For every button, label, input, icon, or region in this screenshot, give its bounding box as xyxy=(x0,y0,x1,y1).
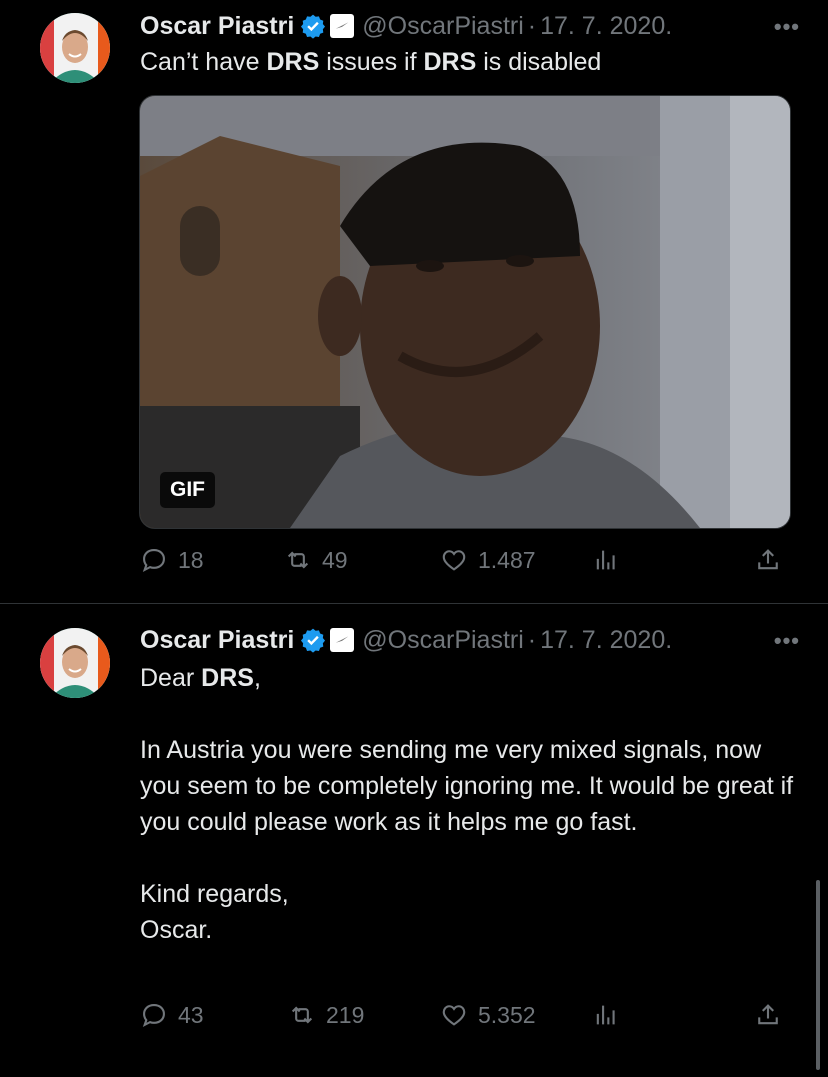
scrollbar[interactable] xyxy=(816,880,820,1070)
avatar-image xyxy=(40,628,110,698)
reply-icon xyxy=(142,1004,165,1028)
avatar[interactable] xyxy=(40,628,110,698)
gif-media[interactable]: GIF xyxy=(139,95,791,529)
greeting-line: Dear DRS, xyxy=(140,660,800,696)
author-handle[interactable]: @OscarPiastri xyxy=(362,12,524,41)
avatar-image xyxy=(40,13,110,83)
author-name[interactable]: Oscar Piastri xyxy=(140,12,294,41)
gif-image xyxy=(140,96,790,528)
text-part-bold: DRS xyxy=(423,48,477,76)
tweet-header: Oscar Piastri @OscarPiastri · 17. 7. 202… xyxy=(140,8,672,44)
greeting-prefix: Dear xyxy=(140,664,202,692)
more-icon[interactable]: ••• xyxy=(774,628,800,654)
share-icon xyxy=(758,1004,778,1025)
reply-icon xyxy=(142,549,165,573)
share-button[interactable] xyxy=(754,995,782,1035)
more-icon[interactable]: ••• xyxy=(774,14,800,40)
retweet-icon xyxy=(287,551,309,569)
text-part: Can’t have xyxy=(140,48,267,76)
retweet-button[interactable]: 49 xyxy=(284,540,348,580)
reply-count: 18 xyxy=(178,546,204,573)
verified-badge-icon xyxy=(301,14,326,39)
views-button[interactable] xyxy=(592,995,620,1035)
affiliate-badge-icon xyxy=(330,14,355,38)
views-icon xyxy=(596,1005,615,1025)
like-button[interactable]: 5.352 xyxy=(440,995,536,1035)
retweet-button[interactable]: 219 xyxy=(288,995,364,1035)
separator: · xyxy=(527,625,537,654)
gif-badge: GIF xyxy=(160,472,215,508)
tweet-date[interactable]: 17. 7. 2020. xyxy=(540,626,672,655)
closing-line-1: Kind regards, xyxy=(140,880,289,908)
tweet-actions: 18 49 1.487 xyxy=(140,540,788,580)
greeting-bold: DRS xyxy=(201,664,254,692)
like-count: 5.352 xyxy=(478,1001,536,1028)
reply-count: 43 xyxy=(178,1001,204,1028)
like-button[interactable]: 1.487 xyxy=(440,540,536,580)
separator: · xyxy=(527,11,537,40)
text-part: issues if xyxy=(319,48,424,76)
closing-line-2: Oscar. xyxy=(140,916,213,944)
text-part: is disabled xyxy=(476,48,602,76)
affiliate-badge-icon xyxy=(330,628,355,652)
text-part-bold: DRS xyxy=(266,48,320,76)
tweet-actions: 43 219 5.352 xyxy=(140,995,788,1035)
share-button[interactable] xyxy=(754,540,782,580)
greeting-suffix: , xyxy=(253,664,261,692)
paragraph-1: In Austria you were sending me very mixe… xyxy=(140,736,794,836)
tweet-text: Dear DRS, In Austria you were sending me… xyxy=(140,660,800,948)
tweet-2[interactable]: Oscar Piastri @OscarPiastri · 17. 7. 202… xyxy=(0,604,828,1077)
like-icon xyxy=(442,1005,466,1026)
avatar[interactable] xyxy=(40,13,110,83)
retweet-count: 219 xyxy=(326,1001,365,1028)
verified-badge-icon xyxy=(301,628,326,653)
views-button[interactable] xyxy=(592,540,620,580)
author-handle[interactable]: @OscarPiastri xyxy=(362,626,524,655)
views-icon xyxy=(596,550,615,570)
reply-button[interactable]: 43 xyxy=(140,995,204,1035)
share-icon xyxy=(758,549,778,570)
retweet-icon xyxy=(291,1006,313,1024)
like-count: 1.487 xyxy=(478,546,536,573)
tweet-date[interactable]: 17. 7. 2020. xyxy=(540,12,672,41)
like-icon xyxy=(442,550,466,571)
reply-button[interactable]: 18 xyxy=(140,540,204,580)
tweet-text: Can’t have DRS issues if DRS is disabled xyxy=(140,44,800,80)
tweet-header: Oscar Piastri @OscarPiastri · 17. 7. 202… xyxy=(140,622,672,658)
tweet-1[interactable]: Oscar Piastri @OscarPiastri · 17. 7. 202… xyxy=(0,0,828,600)
retweet-count: 49 xyxy=(322,546,348,573)
author-name[interactable]: Oscar Piastri xyxy=(140,626,294,655)
